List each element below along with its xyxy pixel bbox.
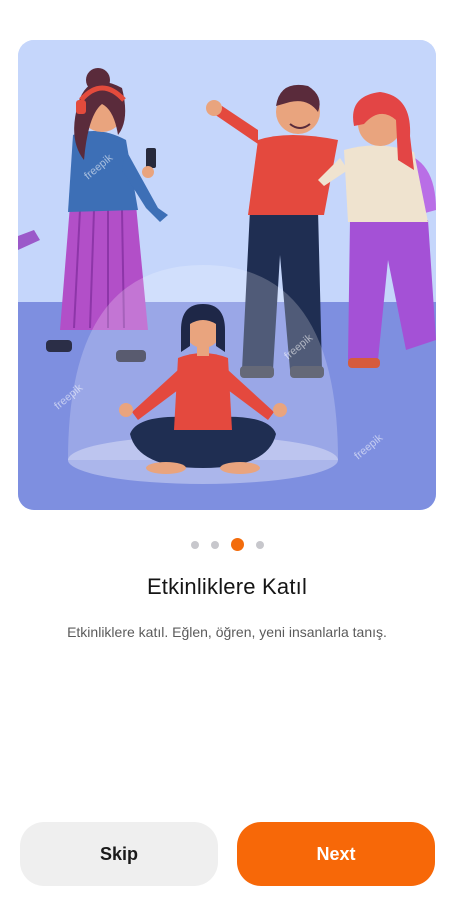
onboarding-subtitle: Etkinliklere katıl. Eğlen, öğren, yeni i… bbox=[67, 624, 387, 640]
page-dot-active[interactable] bbox=[230, 538, 244, 551]
page-dot[interactable] bbox=[190, 540, 199, 549]
page-dot[interactable] bbox=[210, 540, 219, 549]
page-indicator bbox=[0, 538, 454, 551]
page-dot[interactable] bbox=[255, 540, 264, 549]
next-button[interactable]: Next bbox=[237, 822, 435, 886]
skip-button[interactable]: Skip bbox=[20, 822, 218, 886]
onboarding-illustration: freepik freepik freepik freepik bbox=[18, 40, 436, 510]
onboarding-title: Etkinliklere Katıl bbox=[146, 574, 308, 599]
